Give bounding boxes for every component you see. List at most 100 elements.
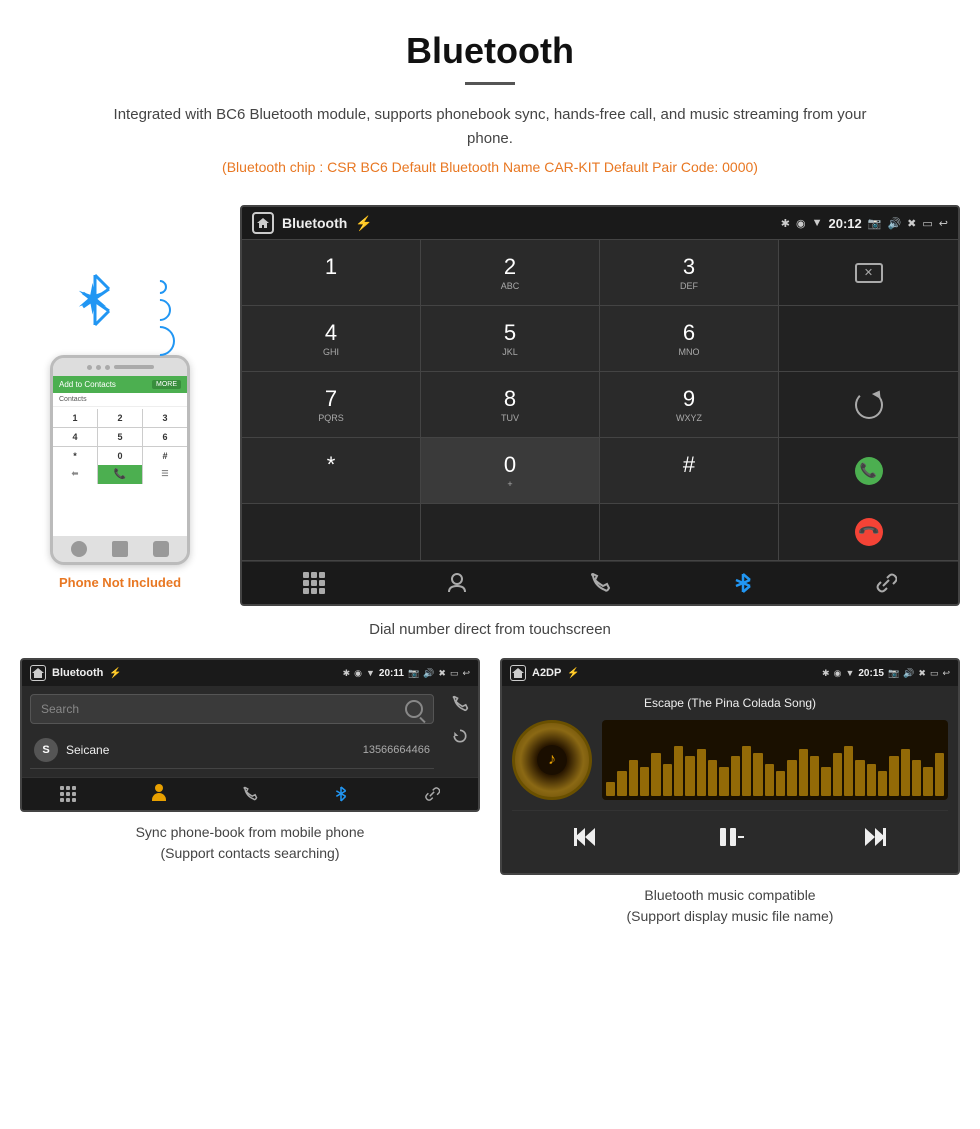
music-panel: A2DP ⚡ ✱ ◉ ▼ 20:15 📷 🔊 ✖ ▭ ↩ Escape (The…	[500, 658, 960, 927]
bluetooth-symbol-icon	[77, 270, 113, 330]
play-pause-button[interactable]	[712, 819, 748, 855]
music-waveform	[602, 720, 948, 800]
dial-num-4: 4	[250, 320, 412, 346]
waveform-bar	[855, 760, 864, 796]
nav-phone[interactable]	[528, 572, 671, 594]
x-icon: ✖	[907, 217, 916, 230]
prev-button[interactable]	[567, 819, 603, 855]
music-home-svg	[511, 667, 525, 679]
pb-side-refresh-icon[interactable]	[446, 722, 474, 750]
phone-key-0: 0	[98, 447, 142, 465]
dial-key-4[interactable]: 4 GHI	[242, 306, 421, 372]
phonebook-caption: Sync phone-book from mobile phone (Suppo…	[136, 822, 365, 864]
bluetooth-info: (Bluetooth chip : CSR BC6 Default Blueto…	[20, 159, 960, 175]
contact-number: 13566664466	[363, 744, 430, 756]
phone-dialpad: 1 2 3 4 5 6 * 0 #	[53, 409, 187, 465]
music-home-icon[interactable]	[510, 665, 526, 681]
pb-nav-dialpad[interactable]	[22, 784, 113, 804]
dial-key-8[interactable]: 8 TUV	[421, 372, 600, 438]
waveform-bar	[765, 764, 774, 796]
phonebook-area: Search S Seicane 13566664466	[22, 686, 478, 777]
dial-num-9: 9	[608, 386, 770, 412]
dial-sub-0: +	[429, 479, 591, 489]
music-screen: A2DP ⚡ ✱ ◉ ▼ 20:15 📷 🔊 ✖ ▭ ↩ Escape (The…	[500, 658, 960, 875]
pb-nav-link[interactable]	[387, 784, 478, 804]
contact-row[interactable]: S Seicane 13566664466	[30, 732, 434, 769]
nav-bluetooth[interactable]	[672, 572, 815, 594]
dial-key-9[interactable]: 9 WXYZ	[600, 372, 779, 438]
music-disc: ♪	[512, 720, 592, 800]
next-button[interactable]	[857, 819, 893, 855]
dial-key-backspace[interactable]	[779, 240, 958, 306]
bluetooth-nav-icon	[734, 572, 752, 594]
music-cam-icon: 📷	[888, 668, 899, 679]
pb-title: Bluetooth	[52, 667, 103, 679]
phone-dot	[87, 365, 92, 370]
android-status-bar: Bluetooth ⚡ ✱ ◉ ▼ 20:12 📷 🔊 ✖ ▭ ↩	[242, 207, 958, 239]
dial-key-star[interactable]: *	[242, 438, 421, 504]
pb-bt-icon: ✱	[343, 668, 351, 679]
home-icon[interactable]	[252, 212, 274, 234]
pb-home-icon[interactable]	[30, 665, 46, 681]
pb-loc-icon: ◉	[354, 668, 362, 679]
nav-link[interactable]	[815, 572, 958, 594]
rect-icon: ▭	[922, 217, 932, 230]
dial-key-hash[interactable]: #	[600, 438, 779, 504]
status-title: Bluetooth	[282, 215, 347, 231]
waveform-bar	[901, 749, 910, 796]
signal-icon: ▼	[812, 217, 823, 229]
waveform-bar	[867, 764, 876, 796]
contact-avatar: S	[34, 738, 58, 762]
waveform-bar	[787, 760, 796, 796]
search-bar[interactable]: Search	[30, 694, 434, 724]
waveform-bar	[640, 767, 649, 796]
play-pause-icon	[716, 823, 744, 851]
pb-bottom-nav	[22, 777, 478, 810]
waveform-bar	[674, 746, 683, 796]
status-time: 20:12	[829, 216, 862, 231]
pb-nav-phone[interactable]	[204, 784, 295, 804]
next-icon	[861, 823, 889, 851]
pb-person-icon	[149, 784, 169, 804]
pb-side-call-icon[interactable]	[446, 690, 474, 718]
phone-screen-label: Add to Contacts	[59, 380, 116, 389]
music-usb-icon: ⚡	[567, 668, 579, 679]
dial-key-0[interactable]: 0 +	[421, 438, 600, 504]
dial-sub-9: WXYZ	[608, 413, 770, 423]
phone-bottom-bar	[53, 536, 187, 562]
dial-key-end-call[interactable]: 📞	[779, 504, 958, 561]
dial-key-1[interactable]: 1	[242, 240, 421, 306]
dial-key-7[interactable]: 7 PQRS	[242, 372, 421, 438]
waveform-bar	[833, 753, 842, 796]
dial-sub-4: GHI	[250, 347, 412, 357]
nav-contacts[interactable]	[385, 572, 528, 594]
music-title: A2DP	[532, 667, 561, 679]
waveform-bar	[776, 771, 785, 796]
dial-key-refresh[interactable]	[779, 372, 958, 438]
phone-not-included-label: Phone Not Included	[59, 575, 181, 590]
pb-nav-bluetooth[interactable]	[296, 784, 387, 804]
phone-key-2: 2	[98, 409, 142, 427]
nav-dialpad[interactable]	[242, 572, 385, 594]
dial-key-2[interactable]: 2 ABC	[421, 240, 600, 306]
music-note-icon: ♪	[548, 751, 556, 769]
waveform-bar	[799, 749, 808, 796]
music-rect-icon: ▭	[930, 668, 939, 679]
waveform-bar	[810, 756, 819, 796]
waveform-bar	[629, 760, 638, 796]
pb-nav-contacts[interactable]	[113, 784, 204, 804]
phonebook-screen: Bluetooth ⚡ ✱ ◉ ▼ 20:11 📷 🔊 ✖ ▭ ↩	[20, 658, 480, 812]
dial-key-5[interactable]: 5 JKL	[421, 306, 600, 372]
dial-sub-6: MNO	[608, 347, 770, 357]
phone-key-4: 4	[53, 428, 97, 446]
dial-key-3[interactable]: 3 DEF	[600, 240, 779, 306]
dial-key-6[interactable]: 6 MNO	[600, 306, 779, 372]
dialpad-grid: 1 2 ABC 3 DEF 4 GHI	[242, 239, 958, 561]
dial-key-empty-last1	[242, 504, 421, 561]
dial-num-3: 3	[608, 254, 770, 280]
phone-nav-icon-1	[71, 541, 87, 557]
dial-key-call[interactable]: 📞	[779, 438, 958, 504]
side-call-svg	[451, 695, 469, 713]
waveform-bar	[685, 756, 694, 796]
dial-num-8: 8	[429, 386, 591, 412]
